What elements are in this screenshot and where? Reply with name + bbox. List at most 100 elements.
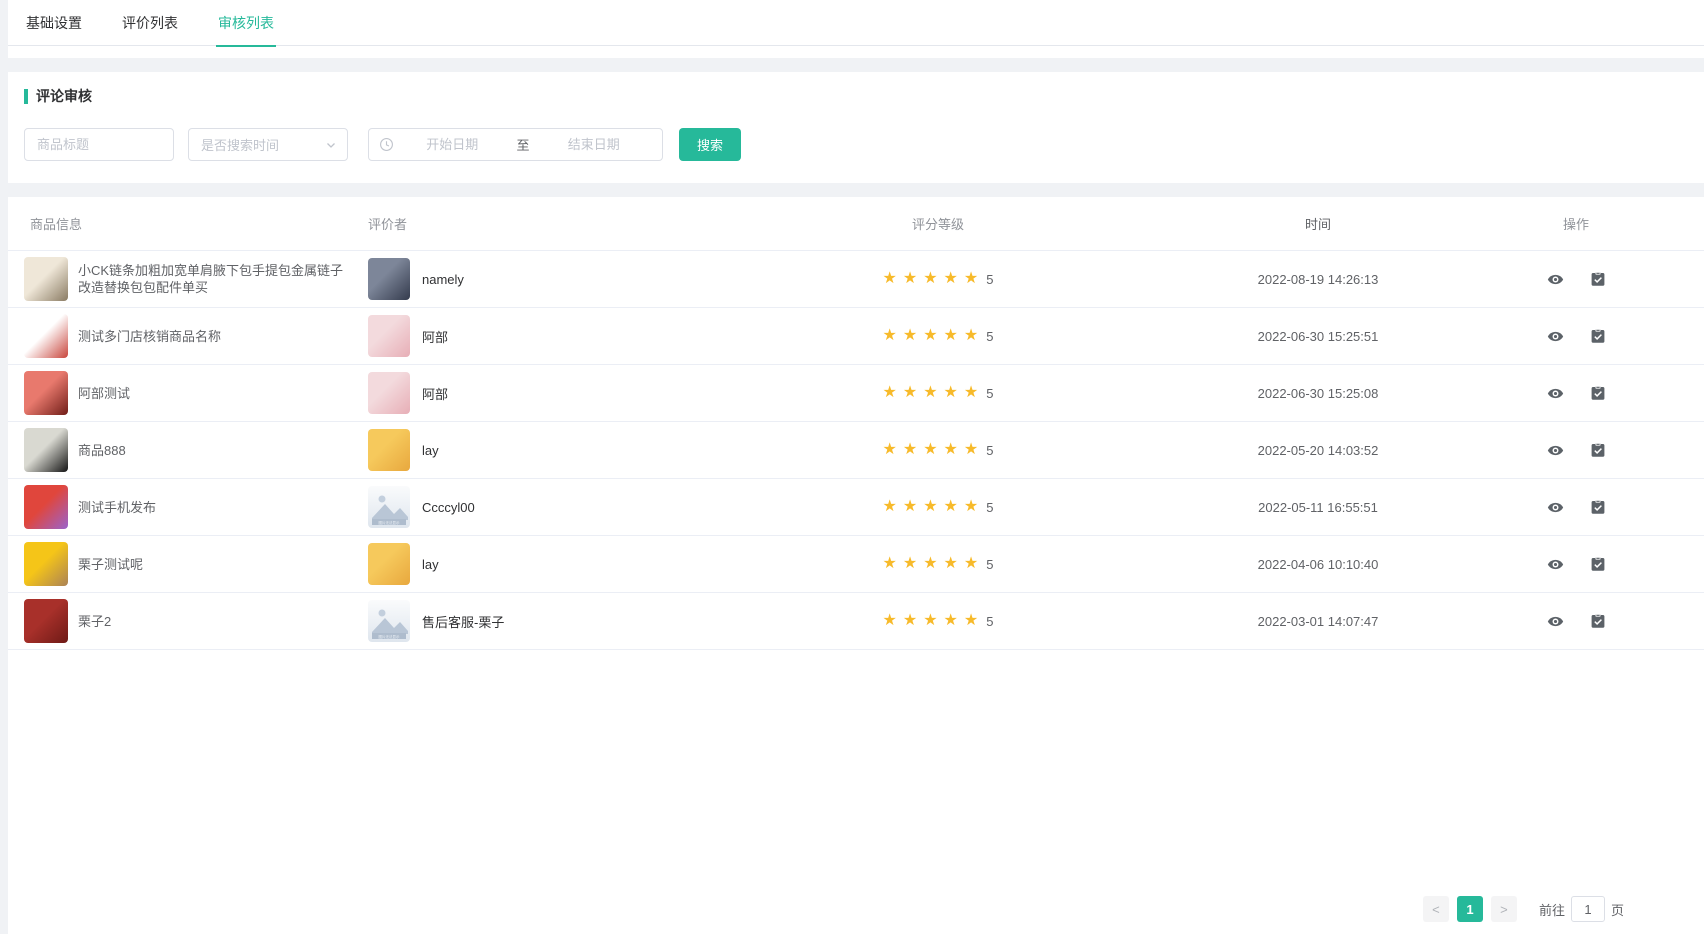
table-row: 测试多门店核销商品名称 阿部 ★★★★★ 5 2022-06-30 15:25:… [8, 308, 1704, 365]
view-icon[interactable] [1547, 556, 1564, 573]
table-row: 栗子测试呢 lay ★★★★★ 5 2022-04-06 10:10:40 [8, 536, 1704, 593]
spacer [8, 58, 1704, 72]
start-date-input[interactable] [394, 137, 511, 152]
reviewer-avatar [368, 258, 410, 300]
table-header: 商品信息 评价者 评分等级 时间 操作 [8, 197, 1704, 251]
audit-icon[interactable] [1590, 499, 1606, 515]
col-header-product: 商品信息 [8, 214, 368, 233]
product-image [24, 257, 68, 301]
rating-value: 5 [986, 557, 993, 572]
tab-basic-settings[interactable]: 基础设置 [24, 0, 84, 46]
audit-icon[interactable] [1590, 271, 1606, 287]
reviewer-avatar [368, 372, 410, 414]
reviewer-avatar [368, 543, 410, 585]
product-title: 测试手机发布 [78, 499, 174, 516]
rating-stars: ★★★★★ [883, 556, 985, 572]
section-title-text: 评论审核 [36, 86, 92, 106]
clock-icon [379, 137, 394, 152]
rating-value: 5 [986, 272, 993, 287]
reviewer-name: Ccccyl00 [422, 500, 475, 515]
page-root: 基础设置 评价列表 审核列表 评论审核 是否搜索时间 [0, 0, 1704, 934]
reviewer-name: lay [422, 557, 439, 572]
date-range-picker[interactable]: 至 [368, 128, 663, 161]
product-title: 商品888 [78, 442, 144, 459]
product-title: 小CK链条加粗加宽单肩腋下包手提包金属链子改造替换包包配件单买 [78, 262, 368, 296]
audit-icon[interactable] [1590, 442, 1606, 458]
rating-stars: ★★★★★ [883, 271, 985, 287]
end-date-input[interactable] [536, 137, 653, 152]
product-title: 栗子测试呢 [78, 556, 161, 573]
time-search-select[interactable]: 是否搜索时间 [188, 128, 348, 161]
reviewer-name: 售后客服-栗子 [422, 612, 504, 631]
search-button[interactable]: 搜索 [679, 128, 741, 161]
audit-icon[interactable] [1590, 328, 1606, 344]
product-title: 栗子2 [78, 613, 129, 630]
product-image [24, 314, 68, 358]
rating-stars: ★★★★★ [883, 442, 985, 458]
audit-table-card: 商品信息 评价者 评分等级 时间 操作 小CK链条加粗加宽单肩腋下包手提包金属链… [8, 197, 1704, 934]
audit-icon[interactable] [1590, 613, 1606, 629]
col-header-time: 时间 [1188, 214, 1448, 233]
svg-text:图片无法显示: 图片无法显示 [379, 634, 400, 639]
pagination: < 1 > 前往 页 [8, 882, 1704, 934]
product-image [24, 599, 68, 643]
reviewer-name: 阿部 [422, 384, 448, 403]
goto-label: 前往 [1539, 900, 1565, 919]
page-next-button[interactable]: > [1491, 896, 1517, 922]
view-icon[interactable] [1547, 271, 1564, 288]
tab-review-list[interactable]: 评价列表 [120, 0, 180, 46]
review-time: 2022-04-06 10:10:40 [1188, 557, 1448, 572]
table-row: 阿部测试 阿部 ★★★★★ 5 2022-06-30 15:25:08 [8, 365, 1704, 422]
tabs-bar: 基础设置 评价列表 审核列表 [8, 0, 1704, 58]
review-time: 2022-05-11 16:55:51 [1188, 500, 1448, 515]
review-time: 2022-03-01 14:07:47 [1188, 614, 1448, 629]
review-time: 2022-06-30 15:25:51 [1188, 329, 1448, 344]
reviewer-name: namely [422, 272, 464, 287]
product-image [24, 542, 68, 586]
product-title: 测试多门店核销商品名称 [78, 328, 239, 345]
view-icon[interactable] [1547, 499, 1564, 516]
audit-icon[interactable] [1590, 385, 1606, 401]
goto-page-suffix: 页 [1611, 900, 1624, 919]
rating-stars: ★★★★★ [883, 385, 985, 401]
svg-text:图片无法显示: 图片无法显示 [379, 520, 400, 525]
product-image [24, 428, 68, 472]
reviewer-avatar: 图片无法显示 [368, 600, 410, 642]
rating-value: 5 [986, 614, 993, 629]
col-header-reviewer: 评价者 [368, 214, 688, 233]
table-row: 商品888 lay ★★★★★ 5 2022-05-20 14:03:52 [8, 422, 1704, 479]
time-search-select-placeholder: 是否搜索时间 [201, 135, 279, 154]
review-time: 2022-08-19 14:26:13 [1188, 272, 1448, 287]
filter-card: 评论审核 是否搜索时间 至 搜索 [8, 72, 1704, 183]
rating-value: 5 [986, 329, 993, 344]
reviewer-name: 阿部 [422, 327, 448, 346]
date-separator: 至 [511, 135, 536, 154]
goto-page-input[interactable] [1571, 896, 1605, 922]
reviewer-name: lay [422, 443, 439, 458]
rating-value: 5 [986, 443, 993, 458]
reviewer-avatar [368, 315, 410, 357]
image-placeholder-icon: 图片无法显示 [368, 486, 410, 528]
view-icon[interactable] [1547, 385, 1564, 402]
product-title: 阿部测试 [78, 385, 148, 402]
view-icon[interactable] [1547, 613, 1564, 630]
audit-icon[interactable] [1590, 556, 1606, 572]
table-body: 小CK链条加粗加宽单肩腋下包手提包金属链子改造替换包包配件单买 namely ★… [8, 251, 1704, 650]
rating-value: 5 [986, 386, 993, 401]
product-image [24, 485, 68, 529]
rating-value: 5 [986, 500, 993, 515]
product-title-input[interactable] [24, 128, 174, 161]
view-icon[interactable] [1547, 328, 1564, 345]
rating-stars: ★★★★★ [883, 613, 985, 629]
section-title: 评论审核 [24, 86, 1688, 106]
page-number-active[interactable]: 1 [1457, 896, 1483, 922]
review-time: 2022-06-30 15:25:08 [1188, 386, 1448, 401]
review-time: 2022-05-20 14:03:52 [1188, 443, 1448, 458]
product-image [24, 371, 68, 415]
chevron-down-icon [325, 139, 337, 151]
view-icon[interactable] [1547, 442, 1564, 459]
tab-audit-list[interactable]: 审核列表 [216, 0, 276, 46]
page-prev-button[interactable]: < [1423, 896, 1449, 922]
accent-bar [24, 89, 28, 104]
reviewer-avatar [368, 429, 410, 471]
